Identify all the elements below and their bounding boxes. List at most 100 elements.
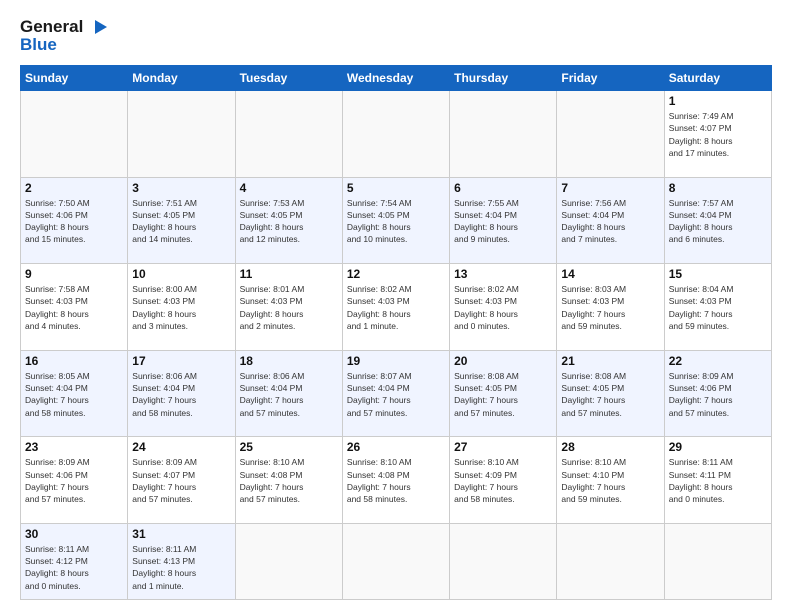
day-info: Sunrise: 8:06 AMSunset: 4:04 PMDaylight:… bbox=[132, 370, 230, 419]
day-info: Sunrise: 8:03 AMSunset: 4:03 PMDaylight:… bbox=[561, 283, 659, 332]
calendar-cell: 8Sunrise: 7:57 AMSunset: 4:04 PMDaylight… bbox=[664, 177, 771, 264]
weekday-header-tuesday: Tuesday bbox=[235, 66, 342, 91]
calendar-cell: 6 Sunrise: 7:55 AMSunset: 4:04 PMDaylight… bbox=[450, 177, 557, 264]
day-number: 3 bbox=[132, 181, 230, 195]
day-number: 14 bbox=[561, 267, 659, 281]
weekday-header-friday: Friday bbox=[557, 66, 664, 91]
calendar-cell: 10 Sunrise: 8:00 AMSunset: 4:03 PMDayligh… bbox=[128, 264, 235, 351]
day-info: Sunrise: 8:11 AMSunset: 4:12 PMDaylight:… bbox=[25, 543, 123, 592]
day-number: 15 bbox=[669, 267, 767, 281]
day-number: 21 bbox=[561, 354, 659, 368]
calendar-cell: 24Sunrise: 8:09 AMSunset: 4:07 PMDayligh… bbox=[128, 437, 235, 524]
calendar-cell: 17 Sunrise: 8:06 AMSunset: 4:04 PMDayligh… bbox=[128, 350, 235, 437]
calendar-cell bbox=[342, 91, 449, 178]
day-info: Sunrise: 8:05 AMSunset: 4:04 PMDaylight:… bbox=[25, 370, 123, 419]
day-info: Sunrise: 8:06 AMSunset: 4:04 PMDaylight:… bbox=[240, 370, 338, 419]
calendar-cell: 2 Sunrise: 7:50 AMSunset: 4:06 PMDaylight… bbox=[21, 177, 128, 264]
calendar-table: SundayMondayTuesdayWednesdayThursdayFrid… bbox=[20, 65, 772, 600]
calendar-cell: 5 Sunrise: 7:54 AMSunset: 4:05 PMDaylight… bbox=[342, 177, 449, 264]
day-info: Sunrise: 8:10 AMSunset: 4:08 PMDaylight:… bbox=[347, 456, 445, 505]
day-number: 1 bbox=[669, 94, 767, 108]
calendar-cell: 7 Sunrise: 7:56 AMSunset: 4:04 PMDaylight… bbox=[557, 177, 664, 264]
day-number: 20 bbox=[454, 354, 552, 368]
logo-text-blue: Blue bbox=[20, 35, 57, 55]
logo-container: General Blue bbox=[20, 16, 107, 55]
day-info: Sunrise: 8:10 AMSunset: 4:10 PMDaylight:… bbox=[561, 456, 659, 505]
day-number: 29 bbox=[669, 440, 767, 454]
calendar-cell: 1 Sunrise: 7:49 AMSunset: 4:07 PMDaylight… bbox=[664, 91, 771, 178]
weekday-header-monday: Monday bbox=[128, 66, 235, 91]
day-info: Sunrise: 7:50 AMSunset: 4:06 PMDaylight:… bbox=[25, 197, 123, 246]
day-number: 23 bbox=[25, 440, 123, 454]
day-info: Sunrise: 8:09 AMSunset: 4:06 PMDaylight:… bbox=[669, 370, 767, 419]
day-info: Sunrise: 7:49 AMSunset: 4:07 PMDaylight:… bbox=[669, 110, 767, 159]
calendar-cell: 28 Sunrise: 8:10 AMSunset: 4:10 PMDayligh… bbox=[557, 437, 664, 524]
calendar-cell bbox=[664, 523, 771, 599]
weekday-header-saturday: Saturday bbox=[664, 66, 771, 91]
day-info: Sunrise: 8:02 AMSunset: 4:03 PMDaylight:… bbox=[454, 283, 552, 332]
day-number: 26 bbox=[347, 440, 445, 454]
day-info: Sunrise: 7:54 AMSunset: 4:05 PMDaylight:… bbox=[347, 197, 445, 246]
day-info: Sunrise: 8:10 AMSunset: 4:09 PMDaylight:… bbox=[454, 456, 552, 505]
calendar-cell: 12Sunrise: 8:02 AMSunset: 4:03 PMDayligh… bbox=[342, 264, 449, 351]
calendar-cell: 23Sunrise: 8:09 AMSunset: 4:06 PMDayligh… bbox=[21, 437, 128, 524]
calendar-cell: 4Sunrise: 7:53 AMSunset: 4:05 PMDaylight… bbox=[235, 177, 342, 264]
day-number: 28 bbox=[561, 440, 659, 454]
calendar-page: General Blue SundayMondayTuesdayWednesda… bbox=[0, 0, 792, 612]
day-info: Sunrise: 8:00 AMSunset: 4:03 PMDaylight:… bbox=[132, 283, 230, 332]
day-number: 6 bbox=[454, 181, 552, 195]
day-number: 10 bbox=[132, 267, 230, 281]
day-info: Sunrise: 8:10 AMSunset: 4:08 PMDaylight:… bbox=[240, 456, 338, 505]
day-number: 24 bbox=[132, 440, 230, 454]
calendar-cell bbox=[557, 91, 664, 178]
day-info: Sunrise: 8:04 AMSunset: 4:03 PMDaylight:… bbox=[669, 283, 767, 332]
calendar-cell bbox=[342, 523, 449, 599]
day-number: 12 bbox=[347, 267, 445, 281]
calendar-cell bbox=[21, 91, 128, 178]
calendar-cell: 27 Sunrise: 8:10 AMSunset: 4:09 PMDayligh… bbox=[450, 437, 557, 524]
calendar-cell: 16 Sunrise: 8:05 AMSunset: 4:04 PMDayligh… bbox=[21, 350, 128, 437]
day-number: 19 bbox=[347, 354, 445, 368]
day-number: 7 bbox=[561, 181, 659, 195]
day-info: Sunrise: 8:11 AMSunset: 4:13 PMDaylight:… bbox=[132, 543, 230, 592]
day-number: 4 bbox=[240, 181, 338, 195]
day-number: 13 bbox=[454, 267, 552, 281]
weekday-header-sunday: Sunday bbox=[21, 66, 128, 91]
weekday-header-thursday: Thursday bbox=[450, 66, 557, 91]
day-number: 17 bbox=[132, 354, 230, 368]
calendar-cell: 18 Sunrise: 8:06 AMSunset: 4:04 PMDayligh… bbox=[235, 350, 342, 437]
day-info: Sunrise: 7:55 AMSunset: 4:04 PMDaylight:… bbox=[454, 197, 552, 246]
calendar-cell: 13 Sunrise: 8:02 AMSunset: 4:03 PMDayligh… bbox=[450, 264, 557, 351]
day-info: Sunrise: 8:07 AMSunset: 4:04 PMDaylight:… bbox=[347, 370, 445, 419]
day-number: 2 bbox=[25, 181, 123, 195]
logo-bird-icon bbox=[85, 16, 107, 38]
day-number: 27 bbox=[454, 440, 552, 454]
calendar-cell: 22 Sunrise: 8:09 AMSunset: 4:06 PMDayligh… bbox=[664, 350, 771, 437]
day-info: Sunrise: 8:11 AMSunset: 4:11 PMDaylight:… bbox=[669, 456, 767, 505]
day-number: 5 bbox=[347, 181, 445, 195]
day-number: 16 bbox=[25, 354, 123, 368]
logo-text-general: General bbox=[20, 17, 83, 37]
calendar-cell bbox=[450, 523, 557, 599]
day-info: Sunrise: 8:01 AMSunset: 4:03 PMDaylight:… bbox=[240, 283, 338, 332]
day-number: 31 bbox=[132, 527, 230, 541]
day-number: 18 bbox=[240, 354, 338, 368]
page-header: General Blue bbox=[20, 16, 772, 55]
day-number: 9 bbox=[25, 267, 123, 281]
weekday-header-wednesday: Wednesday bbox=[342, 66, 449, 91]
day-info: Sunrise: 8:08 AMSunset: 4:05 PMDaylight:… bbox=[454, 370, 552, 419]
day-info: Sunrise: 7:56 AMSunset: 4:04 PMDaylight:… bbox=[561, 197, 659, 246]
day-info: Sunrise: 7:58 AMSunset: 4:03 PMDaylight:… bbox=[25, 283, 123, 332]
calendar-cell bbox=[450, 91, 557, 178]
day-info: Sunrise: 7:57 AMSunset: 4:04 PMDaylight:… bbox=[669, 197, 767, 246]
calendar-cell: 31 Sunrise: 8:11 AMSunset: 4:13 PMDayligh… bbox=[128, 523, 235, 599]
day-number: 11 bbox=[240, 267, 338, 281]
calendar-cell bbox=[235, 91, 342, 178]
calendar-cell bbox=[128, 91, 235, 178]
day-number: 22 bbox=[669, 354, 767, 368]
day-number: 25 bbox=[240, 440, 338, 454]
calendar-cell: 26 Sunrise: 8:10 AMSunset: 4:08 PMDayligh… bbox=[342, 437, 449, 524]
logo: General Blue bbox=[20, 16, 107, 55]
calendar-cell: 21Sunrise: 8:08 AMSunset: 4:05 PMDayligh… bbox=[557, 350, 664, 437]
calendar-cell: 25 Sunrise: 8:10 AMSunset: 4:08 PMDayligh… bbox=[235, 437, 342, 524]
